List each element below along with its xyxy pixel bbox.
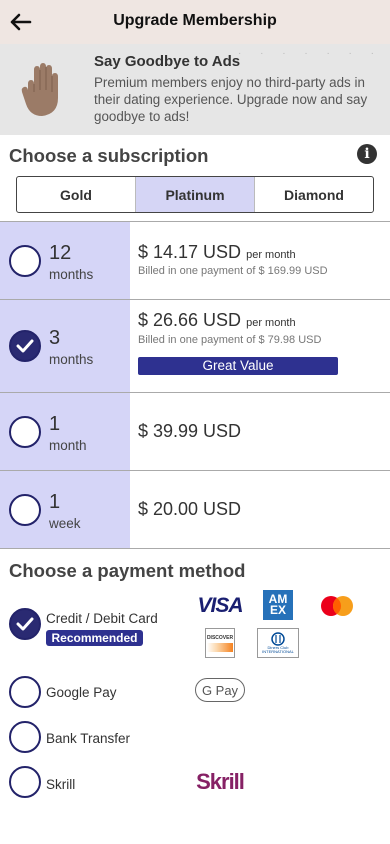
plan-duration-unit: month <box>49 438 87 453</box>
tab-gold[interactable]: Gold <box>17 177 136 212</box>
plan-duration-number: 1 <box>49 491 61 513</box>
subscription-title: Choose a subscription <box>9 145 209 166</box>
payment-label: Bank Transfer <box>46 731 131 746</box>
plan-duration-unit: months <box>49 352 94 367</box>
plan-price: $ 20.00 USD <box>138 499 242 519</box>
checkmark-icon <box>16 617 34 631</box>
promo-title: Say Goodbye to Ads <box>94 53 241 70</box>
tab-diamond[interactable]: Diamond <box>255 177 373 212</box>
plan-duration-unit: week <box>49 516 81 531</box>
plan-duration-number: 12 <box>49 242 72 264</box>
diners-club-mark <box>271 632 285 646</box>
plan-price: $ 39.99 USD <box>138 421 242 441</box>
plan-price-amount: $ 14.17 USD <box>138 242 242 262</box>
plan-duration-number: 3 <box>49 327 61 349</box>
tab-platinum[interactable]: Platinum <box>136 177 255 212</box>
plan-price: $ 14.17 USD per month <box>138 242 296 263</box>
plan-duration-cell: 1 month <box>0 393 130 470</box>
google-pay-logo: G Pay <box>195 678 245 702</box>
plan-price-cell: $ 39.99 USD <box>130 393 390 470</box>
discover-logo-text: DISCOVER <box>206 634 234 641</box>
plan-price-amount: $ 26.66 USD <box>138 310 242 330</box>
payment-radio[interactable] <box>9 676 41 708</box>
great-value-badge: Great Value <box>138 357 338 375</box>
visa-logo: VISA <box>197 594 243 617</box>
payment-radio[interactable] <box>9 721 41 753</box>
plan-duration-unit: months <box>49 267 94 282</box>
plan-radio[interactable] <box>9 494 41 526</box>
plan-radio-checked[interactable] <box>9 330 41 362</box>
recommended-badge: Recommended <box>46 630 143 646</box>
plan-price-per: per month <box>246 249 296 261</box>
discover-logo: DISCOVER <box>205 628 235 658</box>
payment-radio-checked[interactable] <box>9 608 41 640</box>
amex-logo: AM EX <box>263 590 293 620</box>
page-title: Upgrade Membership <box>113 12 277 29</box>
promo-banner: · · · · · · · Say Goodbye to Ads Premium… <box>0 44 390 135</box>
plan-option-12-months[interactable]: 12 months $ 14.17 USD per month Billed i… <box>0 222 390 300</box>
plan-list: 12 months $ 14.17 USD per month Billed i… <box>0 221 390 549</box>
plan-option-1-week[interactable]: 1 week $ 20.00 USD <box>0 471 390 549</box>
mastercard-logo <box>321 596 353 616</box>
header-bar: Upgrade Membership <box>0 0 390 44</box>
plan-price-cell: $ 20.00 USD <box>130 471 390 548</box>
decorative-dots: · · · · · · · <box>238 48 382 59</box>
plan-radio[interactable] <box>9 245 41 277</box>
promo-text: Premium members enjoy no third-party ads… <box>94 75 368 124</box>
plan-duration-cell: 3 months <box>0 300 130 392</box>
tier-tabs: Gold Platinum Diamond <box>16 176 374 213</box>
payment-title: Choose a payment method <box>9 560 246 581</box>
diners-club-text: Diners Club INTERNATIONAL <box>262 645 294 654</box>
skrill-logo: Skrill <box>196 769 245 794</box>
plan-price-cell: $ 26.66 USD per month Billed in one paym… <box>130 300 390 392</box>
plan-price-per: per month <box>246 317 296 329</box>
payment-radio[interactable] <box>9 766 41 798</box>
discover-stripe <box>207 642 233 652</box>
checkmark-icon <box>16 339 34 353</box>
plan-price-cell: $ 14.17 USD per month Billed in one paym… <box>130 222 390 299</box>
plan-duration-number: 1 <box>49 413 61 435</box>
plan-billed-text: Billed in one payment of $ 169.99 USD <box>138 265 328 277</box>
plan-duration-cell: 1 week <box>0 471 130 548</box>
amex-logo-text: AM EX <box>268 592 288 617</box>
payment-label: Credit / Debit Card <box>46 611 158 626</box>
hand-stop-icon <box>21 63 58 116</box>
plan-duration-cell: 12 months <box>0 222 130 299</box>
plan-option-1-month[interactable]: 1 month $ 39.99 USD <box>0 393 390 471</box>
payment-label: Google Pay <box>46 685 117 700</box>
plan-price: $ 26.66 USD per month <box>138 310 296 331</box>
payment-label: Skrill <box>46 777 76 792</box>
diners-club-logo: Diners Club INTERNATIONAL <box>257 628 299 658</box>
plan-billed-text: Billed in one payment of $ 79.98 USD <box>138 334 322 346</box>
plan-option-3-months[interactable]: 3 months $ 26.66 USD per month Billed in… <box>0 300 390 393</box>
info-icon[interactable]: i <box>357 144 377 164</box>
plan-radio[interactable] <box>9 416 41 448</box>
